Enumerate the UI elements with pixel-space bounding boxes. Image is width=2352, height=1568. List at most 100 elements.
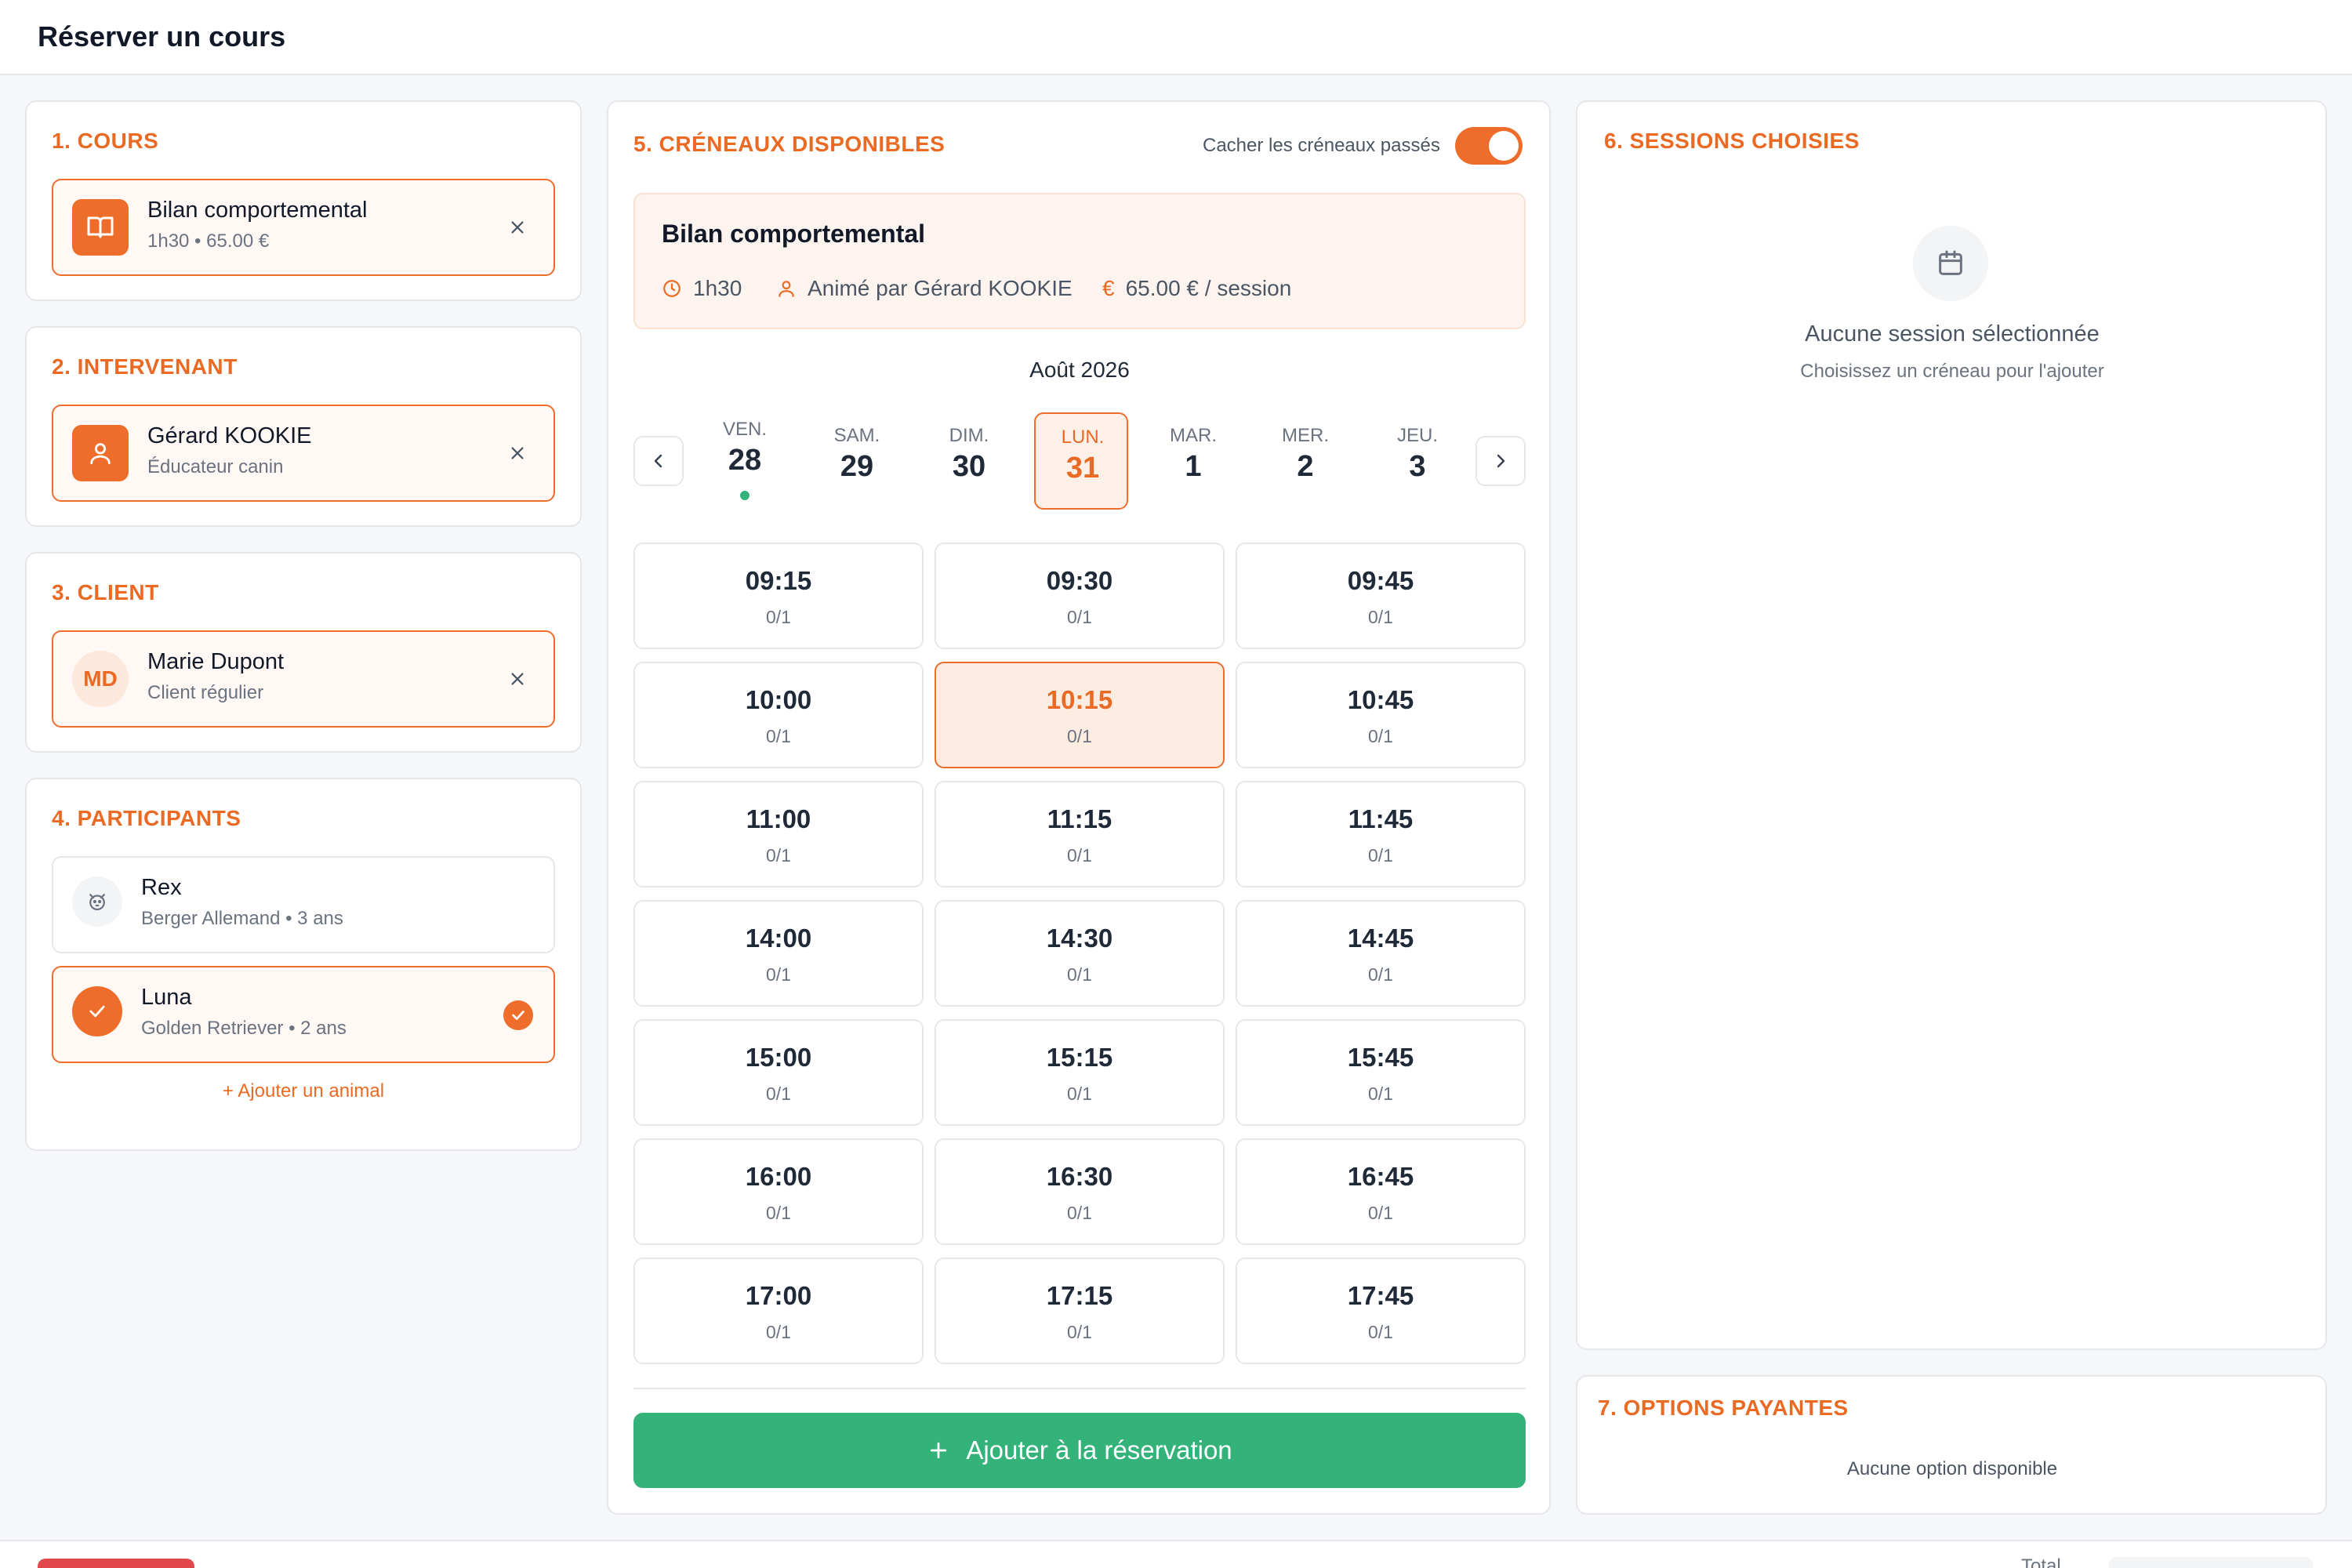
client-section-title: 3. CLIENT	[52, 580, 159, 604]
toggle-knob	[1489, 131, 1519, 161]
time-slot[interactable]: 09:45 0/1	[1236, 543, 1526, 649]
participant-name: Luna	[141, 985, 192, 1010]
time-slot[interactable]: 10:15 0/1	[935, 662, 1225, 768]
info-duration: 1h30	[662, 276, 742, 301]
time-slot[interactable]: 16:45 0/1	[1236, 1138, 1526, 1245]
selected-check-icon[interactable]	[503, 1000, 533, 1030]
day-name: SAM.	[833, 425, 880, 446]
add-to-booking-button[interactable]: Ajouter à la réservation	[633, 1413, 1526, 1488]
slot-capacity: 0/1	[1368, 1322, 1393, 1342]
day-28[interactable]: VEN. 28	[698, 412, 792, 510]
info-duration-text: 1h30	[693, 276, 742, 300]
slot-capacity: 0/1	[766, 964, 791, 985]
time-slot[interactable]: 14:30 0/1	[935, 900, 1225, 1007]
page-title: Réserver un cours	[38, 20, 286, 53]
participants-card: 4. PARTICIPANTS Rex Berger Allemand • 3 …	[25, 778, 582, 1151]
time-slot[interactable]: 09:30 0/1	[935, 543, 1225, 649]
time-slot[interactable]: 15:00 0/1	[633, 1019, 924, 1126]
hide-past-label: Cacher les créneaux passés	[1203, 135, 1440, 156]
euro-icon: €	[1102, 276, 1115, 300]
time-slot[interactable]: 11:45 0/1	[1236, 781, 1526, 887]
slot-time: 16:30	[1046, 1162, 1113, 1191]
time-slot[interactable]: 09:15 0/1	[633, 543, 924, 649]
slot-capacity: 0/1	[1368, 1083, 1393, 1104]
slot-time: 09:15	[745, 566, 812, 595]
day-31[interactable]: LUN. 31	[1034, 412, 1128, 510]
day-name: DIM.	[949, 425, 989, 446]
instructor-name: Gérard KOOKIE	[147, 423, 312, 448]
divider	[633, 1388, 1526, 1389]
prev-week-button[interactable]	[633, 436, 684, 486]
chevron-left-icon	[654, 454, 662, 468]
day-30[interactable]: DIM. 30	[922, 412, 1016, 510]
day-29[interactable]: SAM. 29	[810, 412, 904, 510]
slot-capacity: 0/1	[1368, 964, 1393, 985]
client-name: Marie Dupont	[147, 649, 285, 674]
slot-capacity: 0/1	[1067, 726, 1092, 746]
remove-client-button[interactable]	[505, 666, 530, 691]
time-slot[interactable]: 15:45 0/1	[1236, 1019, 1526, 1126]
slot-capacity: 0/1	[1067, 607, 1092, 627]
day-number: 29	[840, 450, 874, 483]
selected-instructor[interactable]: Gérard KOOKIE Éducateur canin	[52, 405, 555, 502]
day-name: JEU.	[1396, 425, 1438, 446]
time-slot[interactable]: 14:00 0/1	[633, 900, 924, 1007]
calendar-icon	[1913, 226, 1988, 301]
slot-capacity: 0/1	[1067, 1203, 1092, 1223]
selected-course[interactable]: Bilan comportemental 1h30 • 65.00 €	[52, 179, 555, 276]
day-number: 1	[1185, 450, 1202, 483]
time-slot[interactable]: 17:45 0/1	[1236, 1258, 1526, 1364]
close-icon	[511, 221, 524, 234]
hide-past-toggle[interactable]	[1455, 127, 1523, 165]
cancel-button[interactable]	[38, 1559, 194, 1568]
day-name: MAR.	[1170, 425, 1217, 446]
time-slot[interactable]: 15:15 0/1	[935, 1019, 1225, 1126]
time-slot[interactable]: 17:15 0/1	[935, 1258, 1225, 1364]
day-1[interactable]: MAR. 1	[1146, 412, 1240, 510]
time-slot[interactable]: 10:00 0/1	[633, 662, 924, 768]
client-status: Client régulier	[147, 682, 264, 703]
time-slot[interactable]: 16:30 0/1	[935, 1138, 1225, 1245]
slot-time: 16:00	[745, 1162, 812, 1191]
day-name: MER.	[1282, 425, 1329, 446]
remove-instructor-button[interactable]	[505, 441, 530, 466]
participant-item[interactable]: Rex Berger Allemand • 3 ans	[52, 856, 555, 953]
close-icon	[511, 673, 524, 685]
slot-time: 11:15	[1047, 804, 1112, 833]
participant-item[interactable]: Luna Golden Retriever • 2 ans	[52, 966, 555, 1063]
time-slot[interactable]: 17:00 0/1	[633, 1258, 924, 1364]
time-slot[interactable]: 11:15 0/1	[935, 781, 1225, 887]
slot-time: 15:45	[1347, 1043, 1414, 1072]
slot-capacity: 0/1	[1368, 726, 1393, 746]
slot-time: 16:45	[1347, 1162, 1414, 1191]
slot-capacity: 0/1	[766, 1203, 791, 1223]
course-section-title: 1. COURS	[52, 129, 159, 153]
time-slot[interactable]: 14:45 0/1	[1236, 900, 1526, 1007]
top-bar: Réserver un cours	[0, 0, 2352, 75]
participant-details: Golden Retriever • 2 ans	[141, 1018, 347, 1039]
slot-time: 09:30	[1046, 566, 1113, 595]
total-amount	[2109, 1557, 2313, 1568]
add-animal-link[interactable]: + Ajouter un animal	[27, 1080, 580, 1102]
slot-capacity: 0/1	[766, 607, 791, 627]
slot-capacity: 0/1	[766, 1322, 791, 1342]
slot-capacity: 0/1	[1368, 1203, 1393, 1223]
selected-client[interactable]: MD Marie Dupont Client régulier	[52, 630, 555, 728]
day-name: LUN.	[1061, 426, 1105, 448]
slot-capacity: 0/1	[766, 726, 791, 746]
sessions-card: 6. SESSIONS CHOISIES Aucune session séle…	[1576, 100, 2327, 1350]
plus-icon	[931, 1442, 947, 1459]
client-card: 3. CLIENT MD Marie Dupont Client régulie…	[25, 552, 582, 753]
time-slot[interactable]: 16:00 0/1	[633, 1138, 924, 1245]
slots-section-title: 5. CRÉNEAUX DISPONIBLES	[633, 132, 946, 156]
time-slot[interactable]: 11:00 0/1	[633, 781, 924, 887]
day-2[interactable]: MER. 2	[1258, 412, 1352, 510]
day-number: 30	[952, 450, 986, 483]
time-slot[interactable]: 10:45 0/1	[1236, 662, 1526, 768]
slots-card: 5. CRÉNEAUX DISPONIBLES Cacher les créne…	[607, 100, 1551, 1515]
total-label: Total	[2021, 1555, 2061, 1568]
next-week-button[interactable]	[1475, 436, 1526, 486]
info-course-title: Bilan comportemental	[662, 220, 926, 248]
remove-course-button[interactable]	[505, 215, 530, 240]
day-3[interactable]: JEU. 3	[1370, 412, 1465, 510]
